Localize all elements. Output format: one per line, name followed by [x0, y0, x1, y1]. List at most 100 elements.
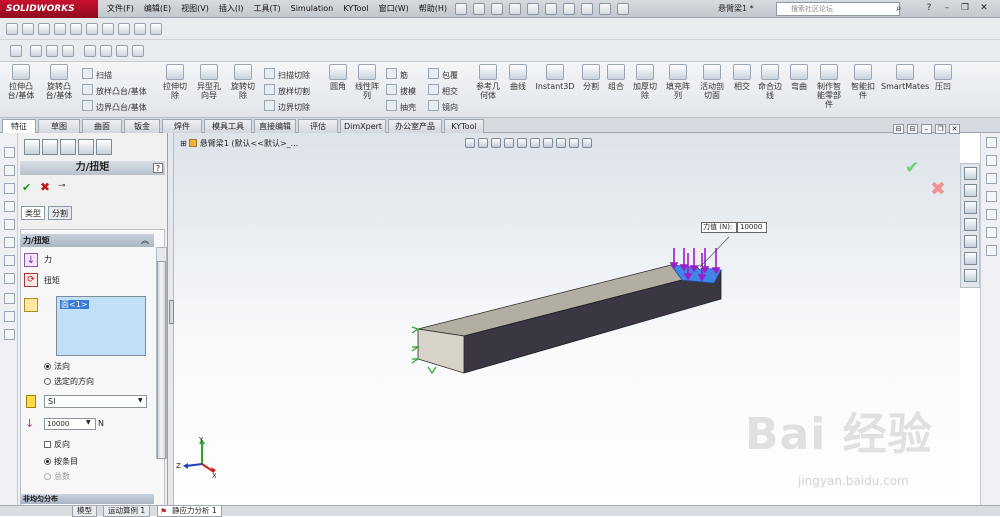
intersect-button[interactable]: 相交: [428, 84, 458, 97]
menu-window[interactable]: 窗口(W): [374, 0, 414, 18]
toolbar-icon[interactable]: [86, 23, 98, 35]
radio-selected[interactable]: [44, 363, 51, 370]
mirror-button[interactable]: 镜向: [428, 100, 458, 113]
scrollbar-thumb[interactable]: [157, 261, 166, 459]
smartmates-button[interactable]: SmartMates: [881, 64, 929, 91]
swept-cut-button[interactable]: 扫描切除: [264, 68, 310, 81]
chevron-down-icon[interactable]: ▼: [138, 397, 143, 404]
save-icon[interactable]: [509, 3, 522, 15]
radio-selected[interactable]: [44, 458, 51, 465]
view-palette-icon[interactable]: [964, 235, 977, 248]
linear-pattern-button[interactable]: 线性阵 列: [352, 64, 382, 100]
options-icon[interactable]: [617, 3, 630, 15]
feature-tool-icon[interactable]: [4, 147, 15, 158]
reverse-direction-checkbox[interactable]: 反向: [44, 440, 70, 450]
tab-kytool[interactable]: KYTool: [444, 119, 484, 133]
draft-button[interactable]: 拔模: [386, 84, 416, 97]
dimxpert-manager-tab-icon[interactable]: [78, 139, 94, 155]
beam-fixed-end-face[interactable]: [417, 328, 465, 374]
display-manager-tab-icon[interactable]: [96, 139, 112, 155]
reference-triad[interactable]: Y X Z: [176, 436, 216, 478]
shell-button[interactable]: 抽壳: [386, 100, 416, 113]
file-explorer-icon[interactable]: [964, 218, 977, 231]
toolbar-icon[interactable]: [84, 45, 96, 57]
normal-direction-option[interactable]: 法向: [44, 362, 70, 372]
sweep-button[interactable]: 扫描: [82, 68, 112, 81]
live-section-button[interactable]: 活动剖 切面: [696, 64, 728, 100]
lofted-cut-button[interactable]: 放样切割: [264, 84, 310, 97]
force-torque-group-header[interactable]: 力/扭矩: [20, 234, 154, 247]
feature-tool-icon[interactable]: [4, 273, 15, 284]
menu-simulation[interactable]: Simulation: [286, 0, 339, 18]
checkbox[interactable]: [44, 441, 51, 448]
wrap-button[interactable]: 包覆: [428, 68, 458, 81]
feature-tool-icon[interactable]: [4, 219, 15, 230]
tab-direct-editing[interactable]: 直接编辑: [254, 119, 296, 133]
combine-button[interactable]: 组合: [604, 64, 628, 91]
toolbar-icon[interactable]: [38, 23, 50, 35]
tool-icon[interactable]: [986, 155, 997, 166]
appearances-icon[interactable]: [964, 252, 977, 265]
tool-icon[interactable]: [986, 245, 997, 256]
rib-button[interactable]: 筋: [386, 68, 408, 81]
menu-help[interactable]: 帮助(H): [414, 0, 452, 18]
force-icon[interactable]: ↓: [24, 253, 38, 267]
tab-dimxpert[interactable]: DimXpert: [340, 119, 386, 133]
feature-tool-icon[interactable]: [4, 201, 15, 212]
tab-type[interactable]: 类型: [21, 206, 45, 220]
keep-visible-pin-icon[interactable]: ⊸: [58, 181, 66, 191]
flex-button[interactable]: 弯曲: [788, 64, 810, 91]
feature-tool-icon[interactable]: [4, 293, 15, 304]
new-document-icon[interactable]: [473, 3, 486, 15]
selected-direction-option[interactable]: 选定的方向: [44, 377, 94, 387]
toolbar-icon[interactable]: [46, 45, 58, 57]
instant3d-button[interactable]: Instant3D: [533, 64, 577, 91]
radio[interactable]: [44, 378, 51, 385]
feature-tool-icon[interactable]: [4, 183, 15, 194]
per-item-option[interactable]: 按条目: [44, 457, 78, 467]
tab-sketch[interactable]: 草图: [38, 119, 80, 133]
toolbar-icon[interactable]: [116, 45, 128, 57]
restore-button[interactable]: ❐: [958, 2, 972, 15]
tab-weldments[interactable]: 焊件: [162, 119, 202, 133]
feature-tool-icon[interactable]: [4, 165, 15, 176]
menu-edit[interactable]: 编辑(E): [139, 0, 176, 18]
toolbar-icon[interactable]: [70, 23, 82, 35]
tab-mold-tools[interactable]: 模具工具: [204, 119, 252, 133]
chevron-down-icon[interactable]: ▼: [86, 419, 91, 426]
extruded-cut-button[interactable]: 拉伸切 除: [160, 64, 190, 100]
select-icon[interactable]: [563, 3, 576, 15]
toolbar-icon[interactable]: [102, 23, 114, 35]
hole-wizard-button[interactable]: 异型孔 向导: [193, 64, 225, 100]
close-button[interactable]: ✕: [977, 2, 991, 15]
loft-boss-button[interactable]: 放样凸台/基体: [82, 84, 147, 97]
tab-surfaces[interactable]: 曲面: [82, 119, 122, 133]
pin-icon[interactable]: [455, 3, 468, 15]
feature-tool-icon[interactable]: [4, 311, 15, 322]
tab-split[interactable]: 分割: [48, 206, 72, 220]
intersect-large-button[interactable]: 相交: [731, 64, 753, 91]
nonuniform-distribution-group-header[interactable]: 非均匀分布: [20, 494, 154, 504]
open-icon[interactable]: [491, 3, 504, 15]
tool-icon[interactable]: [986, 191, 997, 202]
merge-edge-button[interactable]: 命合边 线: [755, 64, 785, 100]
toolbar-icon[interactable]: [22, 23, 34, 35]
smart-fasteners-button[interactable]: 智能扣 件: [848, 64, 878, 100]
curves-button[interactable]: 曲线: [506, 64, 530, 91]
radio-disabled[interactable]: [44, 473, 51, 480]
help-button[interactable]: ?: [153, 163, 163, 173]
fill-pattern-button[interactable]: 填充阵 列: [663, 64, 693, 100]
thicken-cut-button[interactable]: 加厚切 除: [630, 64, 660, 100]
menu-file[interactable]: 文件(F): [102, 0, 139, 18]
custom-properties-icon[interactable]: [964, 269, 977, 282]
split-button[interactable]: 分割: [580, 64, 602, 91]
file-properties-icon[interactable]: [599, 3, 612, 15]
toolbar-icon[interactable]: [30, 45, 42, 57]
cancel-button[interactable]: ✖: [40, 180, 50, 194]
total-option[interactable]: 总数: [44, 472, 70, 482]
solidworks-resources-icon[interactable]: [964, 167, 977, 180]
boundary-cut-button[interactable]: 边界切除: [264, 100, 310, 113]
torque-option[interactable]: 扭矩: [44, 276, 60, 286]
extrude-boss-button[interactable]: 拉伸凸 台/基体: [4, 64, 38, 100]
undo-icon[interactable]: [545, 3, 558, 15]
